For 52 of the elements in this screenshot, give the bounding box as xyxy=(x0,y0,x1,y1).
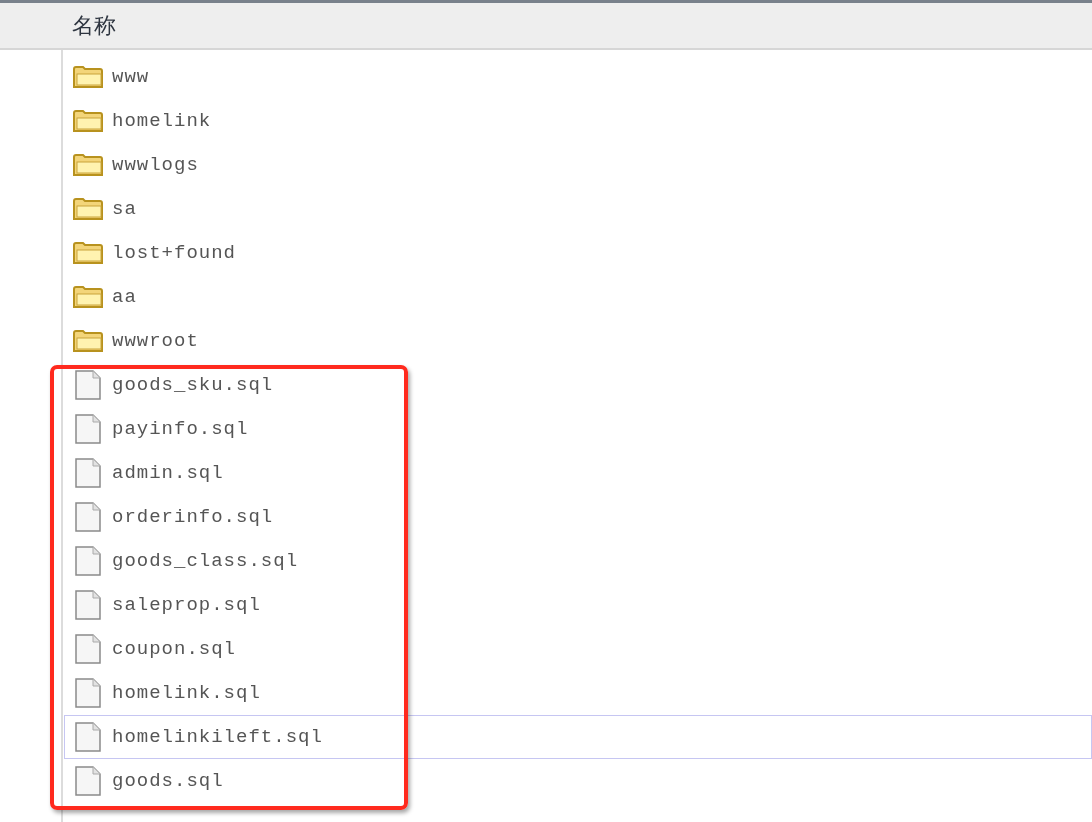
file-name: payinfo.sql xyxy=(112,418,249,440)
file-name: homelink.sql xyxy=(112,682,261,704)
file-row[interactable]: homelink.sql xyxy=(64,671,1092,715)
file-name: lost+found xyxy=(112,242,237,264)
file-row[interactable]: saleprop.sql xyxy=(64,583,1092,627)
file-row[interactable]: homelink xyxy=(64,99,1092,143)
file-row[interactable]: goods_sku.sql xyxy=(64,363,1092,407)
folder-icon xyxy=(73,109,103,133)
file-row[interactable]: homelinkileft.sql xyxy=(64,715,1092,759)
file-name: homelink xyxy=(112,110,212,132)
folder-icon xyxy=(73,285,103,309)
file-name: goods_class.sql xyxy=(112,550,299,572)
file-name: orderinfo.sql xyxy=(112,506,274,528)
document-icon xyxy=(75,458,101,488)
file-row[interactable]: lost+found xyxy=(64,231,1092,275)
document-icon xyxy=(75,590,101,620)
folder-icon xyxy=(73,197,103,221)
document-icon xyxy=(75,502,101,532)
file-name: homelinkileft.sql xyxy=(112,726,323,748)
folder-icon xyxy=(73,241,103,265)
file-row[interactable]: sa xyxy=(64,187,1092,231)
file-row[interactable]: admin.sql xyxy=(64,451,1092,495)
file-row[interactable]: payinfo.sql xyxy=(64,407,1092,451)
file-name: aa xyxy=(112,286,137,308)
file-name: sa xyxy=(112,198,137,220)
folder-icon xyxy=(73,153,103,177)
file-name: admin.sql xyxy=(112,462,224,484)
file-row[interactable]: orderinfo.sql xyxy=(64,495,1092,539)
file-name: coupon.sql xyxy=(112,638,237,660)
file-row[interactable]: wwwroot xyxy=(64,319,1092,363)
document-icon xyxy=(75,414,101,444)
file-row[interactable]: aa xyxy=(64,275,1092,319)
folder-icon xyxy=(73,329,103,353)
file-name: goods_sku.sql xyxy=(112,374,274,396)
document-icon xyxy=(75,634,101,664)
file-row[interactable]: coupon.sql xyxy=(64,627,1092,671)
file-name: goods.sql xyxy=(112,770,224,792)
document-icon xyxy=(75,370,101,400)
document-icon xyxy=(75,766,101,796)
file-name: wwwlogs xyxy=(112,154,199,176)
folder-icon xyxy=(73,65,103,89)
file-row[interactable]: goods_class.sql xyxy=(64,539,1092,583)
document-icon xyxy=(75,678,101,708)
file-row[interactable]: goods.sql xyxy=(64,759,1092,803)
file-name: saleprop.sql xyxy=(112,594,261,616)
file-row[interactable]: www xyxy=(64,55,1092,99)
document-icon xyxy=(75,722,101,752)
file-name: www xyxy=(112,66,150,88)
column-header[interactable]: 名称 xyxy=(0,0,1092,50)
document-icon xyxy=(75,546,101,576)
file-name: wwwroot xyxy=(112,330,199,352)
file-row[interactable]: wwwlogs xyxy=(64,143,1092,187)
